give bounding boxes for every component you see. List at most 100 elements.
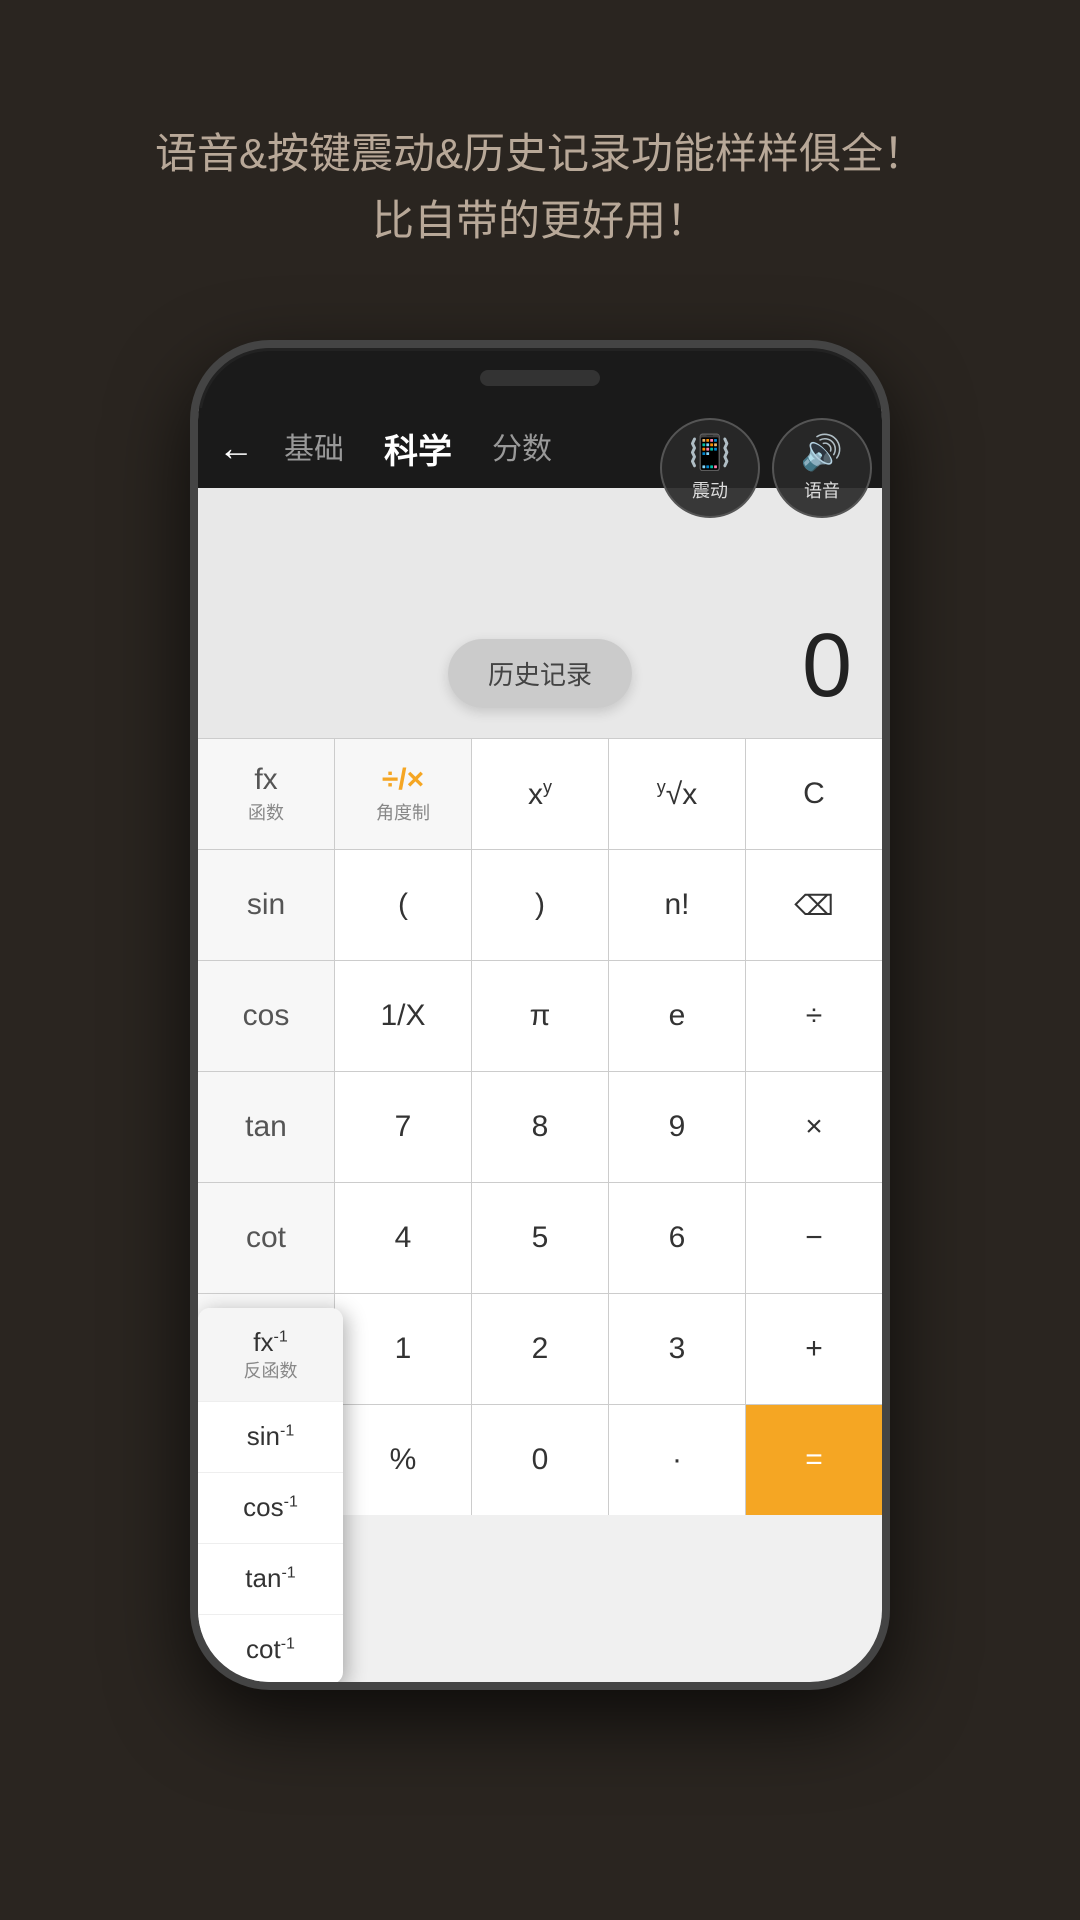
key-9[interactable]: 9 (609, 1072, 745, 1182)
phone-speaker (480, 370, 600, 386)
fx-inv-label: fx-1 (253, 1326, 287, 1360)
key-7-main: 7 (395, 1110, 412, 1144)
cos-inv-label: cos-1 (243, 1491, 298, 1525)
key-angle[interactable]: ÷/× 角度制 (335, 739, 471, 849)
key-dot-main: · (672, 1443, 682, 1477)
key-5[interactable]: 5 (472, 1183, 608, 1293)
key-cot-main: cot (246, 1221, 286, 1255)
key-cot[interactable]: cot (198, 1183, 334, 1293)
key-subtract-main: − (805, 1221, 823, 1255)
key-factorial[interactable]: n! (609, 850, 745, 960)
voice-icon: 🔊 (801, 433, 843, 473)
key-root-main: y√x (657, 777, 697, 812)
fx-inv-sub: 反函数 (244, 1360, 298, 1383)
key-divide-main: ÷ (806, 999, 822, 1033)
key-6-main: 6 (669, 1221, 686, 1255)
key-inv[interactable]: 1/X (335, 961, 471, 1071)
phone-shell: ← 基础 科学 分数 📳 震动 🔊 语音 (190, 340, 890, 1690)
key-tan[interactable]: tan (198, 1072, 334, 1182)
phone-screen: ← 基础 科学 分数 📳 震动 🔊 语音 (198, 408, 882, 1682)
key-9-main: 9 (669, 1110, 686, 1144)
key-e-main: e (669, 999, 686, 1033)
key-lparen-main: ( (398, 888, 408, 922)
key-3-main: 3 (669, 1332, 686, 1366)
back-button[interactable]: ← (218, 427, 254, 469)
key-angle-sub: 角度制 (376, 799, 430, 825)
sidebar-item-cos-inv[interactable]: cos-1 (198, 1473, 343, 1544)
tab-science[interactable]: 科学 (384, 424, 452, 473)
cot-inv-label: cot-1 (246, 1633, 295, 1667)
side-vol-up (190, 698, 196, 778)
key-fx-sub: 函数 (248, 799, 284, 825)
voice-label: 语音 (804, 477, 840, 503)
vibrate-button[interactable]: 📳 震动 (660, 418, 760, 518)
key-pow[interactable]: xy (472, 739, 608, 849)
key-pi-main: π (530, 999, 551, 1033)
key-add[interactable]: + (746, 1294, 882, 1404)
tab-fraction[interactable]: 分数 (492, 424, 552, 473)
key-rparen[interactable]: ) (472, 850, 608, 960)
key-4-main: 4 (395, 1221, 412, 1255)
key-backspace[interactable]: ⌫ (746, 850, 882, 960)
key-subtract[interactable]: − (746, 1183, 882, 1293)
vibrate-label: 震动 (692, 477, 728, 503)
key-sin[interactable]: sin (198, 850, 334, 960)
voice-button[interactable]: 🔊 语音 (772, 418, 872, 518)
key-divide[interactable]: ÷ (746, 961, 882, 1071)
key-percent[interactable]: % (335, 1405, 471, 1515)
side-power (884, 748, 890, 848)
key-lparen[interactable]: ( (335, 850, 471, 960)
key-sin-main: sin (247, 888, 285, 922)
display-number: 0 (802, 615, 852, 718)
sidebar-item-fx-inv[interactable]: fx-1 反函数 (198, 1308, 343, 1402)
key-fx[interactable]: fx 函数 (198, 739, 334, 849)
key-tan-main: tan (245, 1110, 287, 1144)
key-pi[interactable]: π (472, 961, 608, 1071)
key-pow-main: xy (528, 777, 552, 812)
key-6[interactable]: 6 (609, 1183, 745, 1293)
key-rparen-main: ) (535, 888, 545, 922)
key-add-main: + (805, 1332, 823, 1366)
key-e[interactable]: e (609, 961, 745, 1071)
backspace-icon: ⌫ (794, 889, 834, 922)
key-fx-main: fx (254, 763, 277, 797)
float-buttons: 📳 震动 🔊 语音 (660, 418, 872, 518)
key-3[interactable]: 3 (609, 1294, 745, 1404)
key-7[interactable]: 7 (335, 1072, 471, 1182)
key-2-main: 2 (532, 1332, 549, 1366)
key-8[interactable]: 8 (472, 1072, 608, 1182)
key-cos[interactable]: cos (198, 961, 334, 1071)
key-0[interactable]: 0 (472, 1405, 608, 1515)
key-multiply[interactable]: × (746, 1072, 882, 1182)
key-root[interactable]: y√x (609, 739, 745, 849)
tab-basic[interactable]: 基础 (284, 424, 344, 473)
key-clear-main: C (803, 777, 825, 811)
key-percent-main: % (390, 1443, 417, 1477)
phone-container: ← 基础 科学 分数 📳 震动 🔊 语音 (190, 340, 890, 1790)
promo-line1: 语音&按键震动&历史记录功能样样俱全！ (60, 120, 1020, 187)
key-5-main: 5 (532, 1221, 549, 1255)
vibrate-icon: 📳 (689, 433, 731, 473)
history-button[interactable]: 历史记录 (448, 639, 632, 708)
display-area: 历史记录 0 (198, 488, 882, 738)
tan-inv-label: tan-1 (245, 1562, 295, 1596)
key-8-main: 8 (532, 1110, 549, 1144)
key-clear[interactable]: C (746, 739, 882, 849)
key-multiply-main: × (805, 1110, 823, 1144)
sidebar-item-sin-inv[interactable]: sin-1 (198, 1402, 343, 1473)
key-2[interactable]: 2 (472, 1294, 608, 1404)
sidebar-item-cot-inv[interactable]: cot-1 (198, 1615, 343, 1682)
key-equals[interactable]: = (746, 1405, 882, 1515)
key-dot[interactable]: · (609, 1405, 745, 1515)
key-1[interactable]: 1 (335, 1294, 471, 1404)
nav-bar: ← 基础 科学 分数 📳 震动 🔊 语音 (198, 408, 882, 488)
key-inv-main: 1/X (380, 999, 425, 1033)
inverse-function-popup: fx-1 反函数 sin-1 cos-1 tan-1 cot-1 (198, 1308, 343, 1682)
key-4[interactable]: 4 (335, 1183, 471, 1293)
key-cos-main: cos (243, 999, 290, 1033)
sin-inv-label: sin-1 (247, 1420, 294, 1454)
side-vol-down (190, 798, 196, 878)
sidebar-item-tan-inv[interactable]: tan-1 (198, 1544, 343, 1615)
key-factorial-main: n! (664, 888, 689, 922)
key-angle-main: ÷/× (382, 763, 424, 797)
